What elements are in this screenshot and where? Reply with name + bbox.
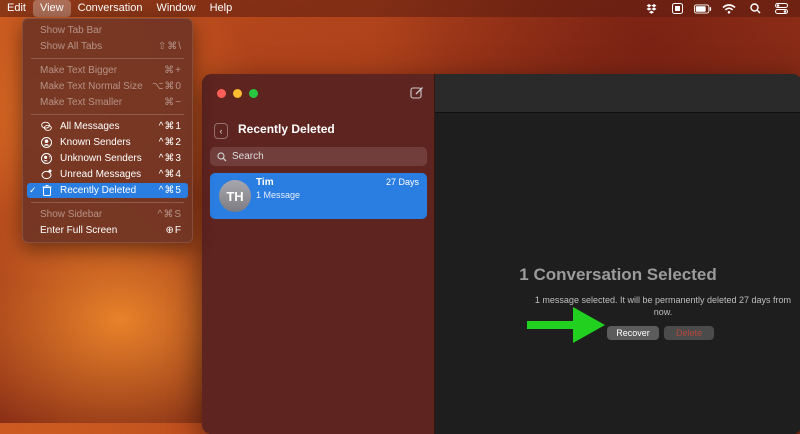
menu-item-show-all-tabs[interactable]: Show All Tabs ⇧⌘\ bbox=[27, 39, 188, 54]
menu-item-label: Make Text Bigger bbox=[40, 65, 118, 76]
back-button[interactable]: ‹ bbox=[214, 123, 228, 139]
recover-button[interactable]: Recover bbox=[607, 326, 659, 340]
search-icon[interactable] bbox=[746, 3, 764, 14]
delete-button[interactable]: Delete bbox=[664, 326, 714, 340]
menu-item-shortcut: ⇧⌘\ bbox=[157, 41, 182, 52]
sidebar-title: Recently Deleted bbox=[238, 122, 335, 136]
menu-item-make-text-smaller[interactable]: Make Text Smaller ⌘− bbox=[27, 95, 188, 110]
menu-item-label: All Messages bbox=[60, 121, 120, 132]
menu-item-show-tab-bar[interactable]: Show Tab Bar bbox=[27, 23, 188, 38]
trash-icon bbox=[41, 185, 52, 196]
menu-item-label: Show Tab Bar bbox=[40, 25, 103, 36]
menu-item-label: Make Text Normal Size bbox=[40, 81, 143, 92]
menu-item-shortcut: ^⌘4 bbox=[158, 169, 182, 180]
display-icon[interactable] bbox=[668, 3, 686, 14]
menu-item-shortcut: ^⌘S bbox=[157, 209, 182, 220]
sidebar: ‹ Recently Deleted Search TH Tim 27 Days… bbox=[202, 74, 435, 434]
menu-item-label: Make Text Smaller bbox=[40, 97, 123, 108]
person-circle-icon bbox=[41, 137, 52, 148]
conversation-date: 27 Days bbox=[385, 177, 419, 187]
control-center-icon[interactable] bbox=[772, 3, 790, 14]
avatar: TH bbox=[219, 180, 251, 212]
menu-item-label: Recently Deleted bbox=[60, 185, 137, 196]
menu-item-shortcut: ^⌘2 bbox=[158, 137, 182, 148]
menu-item-show-sidebar[interactable]: Show Sidebar ^⌘S bbox=[27, 207, 188, 222]
menu-item-shortcut: ⌘− bbox=[164, 97, 182, 108]
conversation-preview: 1 Message bbox=[256, 190, 301, 200]
menu-item-shortcut: ^⌘1 bbox=[158, 121, 182, 132]
menu-item-unknown-senders[interactable]: ? Unknown Senders ^⌘3 bbox=[27, 151, 188, 166]
selection-title: 1 Conversation Selected bbox=[519, 265, 717, 284]
zoom-window-button[interactable] bbox=[249, 89, 258, 98]
view-menu: Show Tab Bar Show All Tabs ⇧⌘\ Make Text Bi… bbox=[22, 18, 193, 243]
conversation-name: Tim bbox=[256, 177, 274, 188]
search-field[interactable]: Search bbox=[210, 147, 427, 166]
menu-item-shortcut: ⌘+ bbox=[164, 65, 182, 76]
svg-text:?: ? bbox=[48, 155, 51, 161]
menu-separator bbox=[31, 114, 184, 115]
main-header bbox=[435, 74, 800, 113]
menu-item-all-messages[interactable]: All Messages ^⌘1 bbox=[27, 119, 188, 134]
chevron-left-icon: ‹ bbox=[219, 126, 223, 136]
menu-view[interactable]: View bbox=[32, 0, 71, 17]
menu-item-shortcut: ⊕F bbox=[165, 225, 182, 236]
main-pane: 1 Conversation Selected 1 message select… bbox=[435, 74, 800, 434]
menu-item-label: Show All Tabs bbox=[40, 41, 103, 52]
menu-separator bbox=[31, 202, 184, 203]
menu-item-make-text-normal-size[interactable]: Make Text Normal Size ⌥⌘0 bbox=[27, 79, 188, 94]
menu-conversation[interactable]: Conversation bbox=[71, 0, 150, 17]
search-placeholder: Search bbox=[232, 151, 264, 162]
compose-icon[interactable] bbox=[410, 86, 424, 100]
menu-item-label: Unknown Senders bbox=[60, 153, 142, 164]
menu-item-recently-deleted[interactable]: ✓ Recently Deleted ^⌘5 bbox=[27, 183, 188, 198]
minimize-window-button[interactable] bbox=[233, 89, 242, 98]
conversation-row[interactable]: TH Tim 27 Days 1 Message bbox=[210, 173, 427, 219]
menu-item-label: Known Senders bbox=[60, 137, 131, 148]
menu-item-shortcut: ^⌘5 bbox=[158, 185, 182, 196]
checkmark-icon: ✓ bbox=[29, 185, 37, 195]
person-question-icon: ? bbox=[41, 153, 52, 164]
menu-item-known-senders[interactable]: Known Senders ^⌘2 bbox=[27, 135, 188, 150]
menu-item-shortcut: ⌥⌘0 bbox=[151, 81, 182, 92]
unread-bubble-icon bbox=[41, 169, 52, 180]
chat-bubbles-icon bbox=[41, 121, 52, 132]
battery-icon[interactable] bbox=[694, 3, 712, 14]
window-controls bbox=[217, 89, 258, 98]
menu-help[interactable]: Help bbox=[203, 0, 240, 17]
menu-item-make-text-bigger[interactable]: Make Text Bigger ⌘+ bbox=[27, 63, 188, 78]
close-window-button[interactable] bbox=[217, 89, 226, 98]
menu-separator bbox=[31, 58, 184, 59]
menu-window[interactable]: Window bbox=[149, 0, 202, 17]
menu-item-label: Show Sidebar bbox=[40, 209, 103, 220]
menu-bar: Edit View Conversation Window Help bbox=[0, 0, 800, 17]
menu-item-unread-messages[interactable]: Unread Messages ^⌘4 bbox=[27, 167, 188, 182]
green-arrow-icon bbox=[527, 307, 605, 343]
messages-window: ‹ Recently Deleted Search TH Tim 27 Days… bbox=[202, 74, 800, 434]
menu-item-shortcut: ^⌘3 bbox=[158, 153, 182, 164]
search-icon bbox=[217, 151, 227, 161]
dropbox-icon[interactable] bbox=[642, 3, 660, 14]
menu-item-enter-full-screen[interactable]: Enter Full Screen ⊕F bbox=[27, 223, 188, 238]
wifi-icon[interactable] bbox=[720, 3, 738, 14]
menu-item-label: Enter Full Screen bbox=[40, 225, 118, 236]
menu-edit[interactable]: Edit bbox=[0, 0, 33, 17]
menu-item-label: Unread Messages bbox=[60, 169, 142, 180]
